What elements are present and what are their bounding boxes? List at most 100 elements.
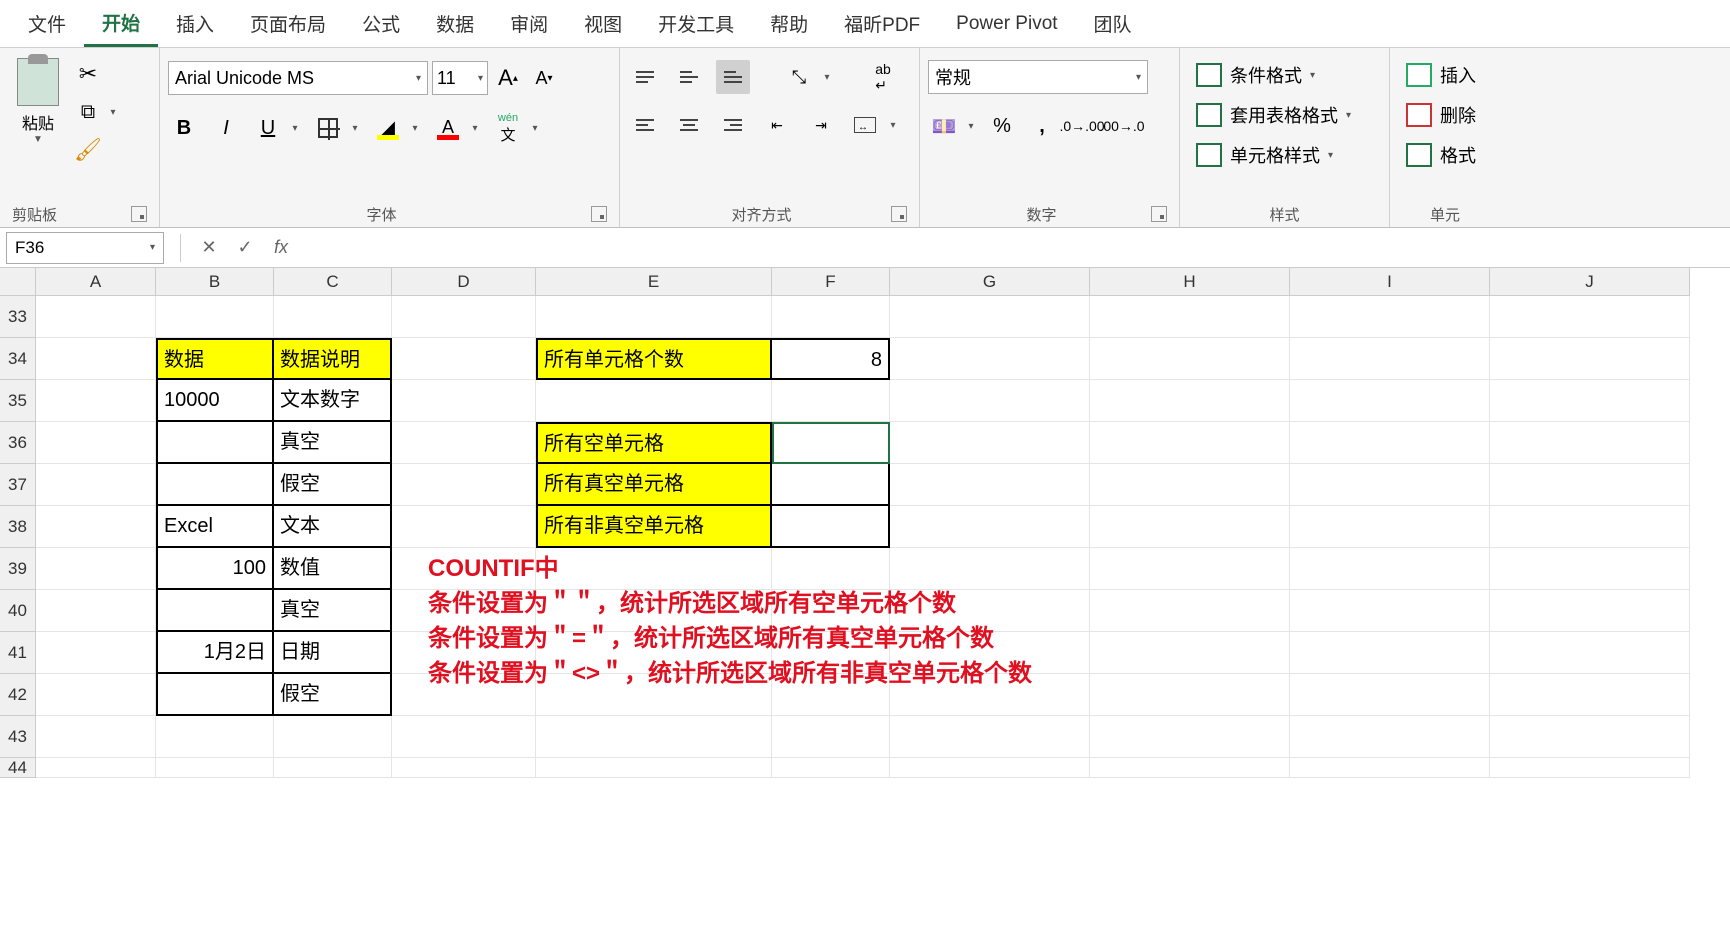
cell-H41[interactable] — [1090, 632, 1290, 674]
cell-A33[interactable] — [36, 296, 156, 338]
tab-powerpivot[interactable]: Power Pivot — [938, 5, 1075, 43]
cell-J35[interactable] — [1490, 380, 1690, 422]
paste-button[interactable]: 粘贴 ▼ — [8, 54, 68, 149]
row-header[interactable]: 34 — [0, 338, 36, 380]
cell-H40[interactable] — [1090, 590, 1290, 632]
conditional-format-button[interactable]: 条件格式▾ — [1188, 58, 1323, 92]
row-header[interactable]: 37 — [0, 464, 36, 506]
cell-D36[interactable] — [392, 422, 536, 464]
cell-I41[interactable] — [1290, 632, 1490, 674]
cell-C34[interactable]: 数据说明 — [274, 338, 392, 380]
cell-E34[interactable]: 所有单元格个数 — [536, 338, 772, 380]
row-header[interactable]: 40 — [0, 590, 36, 632]
tab-developer[interactable]: 开发工具 — [640, 2, 752, 45]
cell-G44[interactable] — [890, 758, 1090, 778]
cell-J34[interactable] — [1490, 338, 1690, 380]
underline-button[interactable]: U — [252, 110, 284, 146]
tab-review[interactable]: 审阅 — [492, 2, 566, 45]
cell-F38[interactable] — [772, 506, 890, 548]
cell-J39[interactable] — [1490, 548, 1690, 590]
cell-J42[interactable] — [1490, 674, 1690, 716]
cell-A41[interactable] — [36, 632, 156, 674]
cell-I33[interactable] — [1290, 296, 1490, 338]
cell-H43[interactable] — [1090, 716, 1290, 758]
borders-button[interactable] — [312, 110, 344, 146]
cell-F34[interactable]: 8 — [772, 338, 890, 380]
cell-C39[interactable]: 数值 — [274, 548, 392, 590]
accounting-format-button[interactable]: 💷 — [928, 108, 960, 144]
cell-I43[interactable] — [1290, 716, 1490, 758]
cell-J33[interactable] — [1490, 296, 1690, 338]
format-cells-button[interactable]: 格式 — [1398, 138, 1484, 172]
cell-D33[interactable] — [392, 296, 536, 338]
cell-A42[interactable] — [36, 674, 156, 716]
cell-A37[interactable] — [36, 464, 156, 506]
cell-F37[interactable] — [772, 464, 890, 506]
formula-input[interactable] — [299, 232, 1730, 264]
align-center-button[interactable] — [672, 108, 706, 142]
cell-G43[interactable] — [890, 716, 1090, 758]
cell-G38[interactable] — [890, 506, 1090, 548]
copy-button[interactable]: ⧉ — [74, 98, 102, 126]
tab-file[interactable]: 文件 — [10, 2, 84, 45]
cell-F36[interactable] — [772, 422, 890, 464]
col-header[interactable]: D — [392, 268, 536, 296]
delete-cells-button[interactable]: 删除 — [1398, 98, 1484, 132]
cell-J43[interactable] — [1490, 716, 1690, 758]
cell-D44[interactable] — [392, 758, 536, 778]
cell-E35[interactable] — [536, 380, 772, 422]
chevron-down-icon[interactable]: ▾ — [886, 120, 900, 131]
phonetic-button[interactable]: wén文 — [492, 110, 524, 146]
chevron-down-icon[interactable]: ▾ — [288, 123, 302, 134]
cell-B41[interactable]: 1月2日 — [156, 632, 274, 674]
row-header[interactable]: 36 — [0, 422, 36, 464]
cell-H35[interactable] — [1090, 380, 1290, 422]
chevron-down-icon[interactable]: ▾ — [528, 123, 542, 134]
cell-B38[interactable]: Excel — [156, 506, 274, 548]
select-all-corner[interactable] — [0, 268, 36, 296]
cell-I38[interactable] — [1290, 506, 1490, 548]
cell-C35[interactable]: 文本数字 — [274, 380, 392, 422]
cell-E38[interactable]: 所有非真空单元格 — [536, 506, 772, 548]
cell-I35[interactable] — [1290, 380, 1490, 422]
decrease-decimal-button[interactable]: .00→.0 — [1106, 108, 1138, 144]
cell-A39[interactable] — [36, 548, 156, 590]
cell-D35[interactable] — [392, 380, 536, 422]
cell-D43[interactable] — [392, 716, 536, 758]
cell-I34[interactable] — [1290, 338, 1490, 380]
font-name-select[interactable]: Arial Unicode MS▾ — [168, 61, 428, 95]
cell-J40[interactable] — [1490, 590, 1690, 632]
cell-B37[interactable] — [156, 464, 274, 506]
row-header[interactable]: 38 — [0, 506, 36, 548]
row-header[interactable]: 35 — [0, 380, 36, 422]
cell-A35[interactable] — [36, 380, 156, 422]
tab-formula[interactable]: 公式 — [344, 2, 418, 45]
dialog-launcher[interactable] — [591, 206, 607, 222]
cell-D37[interactable] — [392, 464, 536, 506]
increase-indent-button[interactable]: ⇥ — [804, 108, 838, 142]
align-top-button[interactable] — [628, 60, 662, 94]
cell-J36[interactable] — [1490, 422, 1690, 464]
cell-H36[interactable] — [1090, 422, 1290, 464]
cell-E36[interactable]: 所有空单元格 — [536, 422, 772, 464]
dialog-launcher[interactable] — [1151, 206, 1167, 222]
tab-help[interactable]: 帮助 — [752, 2, 826, 45]
cell-B40[interactable] — [156, 590, 274, 632]
cell-C36[interactable]: 真空 — [274, 422, 392, 464]
cell-E43[interactable] — [536, 716, 772, 758]
tab-data[interactable]: 数据 — [418, 2, 492, 45]
cell-C41[interactable]: 日期 — [274, 632, 392, 674]
cell-A40[interactable] — [36, 590, 156, 632]
cell-C33[interactable] — [274, 296, 392, 338]
cell-G34[interactable] — [890, 338, 1090, 380]
font-size-select[interactable]: 11▾ — [432, 61, 488, 95]
cell-H44[interactable] — [1090, 758, 1290, 778]
row-header[interactable]: 39 — [0, 548, 36, 590]
col-header[interactable]: B — [156, 268, 274, 296]
tab-insert[interactable]: 插入 — [158, 2, 232, 45]
cell-A44[interactable] — [36, 758, 156, 778]
align-left-button[interactable] — [628, 108, 662, 142]
comma-button[interactable]: , — [1026, 108, 1058, 144]
cell-I40[interactable] — [1290, 590, 1490, 632]
cell-J38[interactable] — [1490, 506, 1690, 548]
